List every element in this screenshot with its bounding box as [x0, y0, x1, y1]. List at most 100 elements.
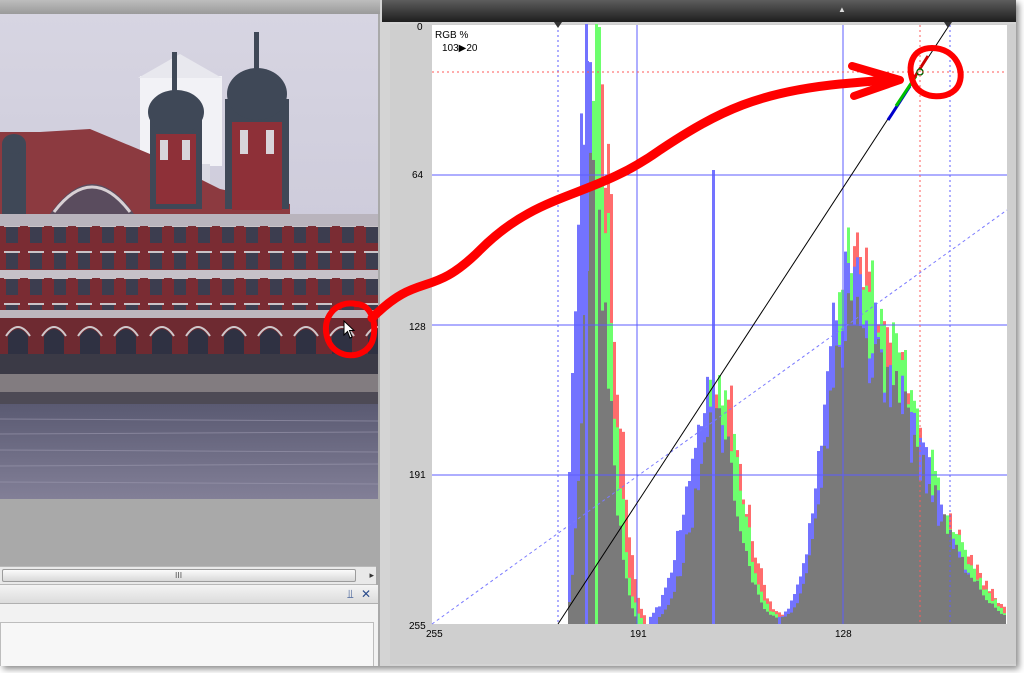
- histogram-bin: [808, 555, 811, 624]
- histogram-bin: [775, 617, 778, 624]
- histogram-bin: [913, 434, 916, 624]
- histogram-bin: [580, 423, 583, 624]
- histogram-bin: [1003, 614, 1006, 624]
- histogram-bin: [910, 462, 913, 624]
- close-icon[interactable]: ✕: [361, 586, 371, 602]
- scroll-right-arrow-icon[interactable]: ▸: [369, 568, 374, 582]
- histogram-bin: [883, 402, 886, 624]
- histogram-bin: [622, 559, 625, 624]
- histogram-bin: [847, 293, 850, 624]
- histogram-bin: [679, 576, 682, 624]
- histogram-pane: ▲ 0 64 128 191 255 255 191 128 RGB % 103…: [382, 0, 1016, 666]
- histogram-bin: [952, 548, 955, 624]
- histogram-bin: [625, 578, 628, 624]
- histogram-bin: [748, 566, 751, 624]
- histogram-bin: [772, 615, 775, 624]
- histogram-bin: [796, 603, 799, 624]
- histogram-bin: [655, 607, 658, 624]
- histogram-bin: [817, 504, 820, 624]
- histogram-bin: [730, 462, 733, 624]
- histogram-bin: [667, 604, 670, 624]
- histogram-bin: [865, 338, 868, 624]
- histogram-bin: [829, 390, 832, 624]
- horizontal-scrollbar[interactable]: III ▸: [0, 566, 376, 585]
- histogram-bin: [973, 581, 976, 624]
- histogram-bin: [688, 532, 691, 624]
- histogram-bin: [925, 493, 928, 624]
- histogram-bin: [721, 452, 724, 624]
- histogram-bin: [766, 611, 769, 624]
- histogram-bin: [934, 485, 937, 624]
- x-tick-label: 128: [835, 629, 852, 640]
- histogram-bin: [871, 377, 874, 624]
- histogram-bin: [757, 594, 760, 624]
- histogram-bin: [589, 152, 592, 624]
- histogram-bin: [901, 414, 904, 624]
- histogram-bin: [619, 525, 622, 624]
- histogram-bin: [652, 612, 655, 624]
- histogram-bin: [889, 407, 892, 624]
- histogram-bin: [802, 583, 805, 624]
- histogram-bin: [985, 600, 988, 624]
- histogram-bin: [991, 603, 994, 624]
- histogram-bin: [895, 371, 898, 624]
- histogram-bin: [961, 556, 964, 624]
- histogram-bin: [886, 366, 889, 624]
- histogram-bin: [976, 580, 979, 624]
- histogram-bin: [904, 391, 907, 624]
- scrollbar-thumb[interactable]: III: [2, 569, 356, 582]
- histogram-bin: [790, 612, 793, 624]
- histogram-bin: [967, 574, 970, 624]
- histogram-bin: [922, 454, 925, 624]
- histogram-bin: [814, 518, 817, 624]
- histogram-chart[interactable]: 0 64 128 191 255 255 191 128 RGB % 103▶2…: [382, 0, 1016, 666]
- histogram-bin: [838, 346, 841, 624]
- histogram-bin: [709, 412, 712, 624]
- histogram-bin: [670, 598, 673, 624]
- histogram-bin: [787, 613, 790, 624]
- pin-icon[interactable]: ⫫: [347, 586, 354, 602]
- value-readout: 103▶20: [442, 43, 478, 54]
- histogram-bin: [631, 608, 634, 624]
- histogram-bin: [862, 328, 865, 624]
- histogram-spike: [585, 24, 588, 624]
- histogram-bin: [718, 408, 721, 624]
- histogram-bin: [997, 610, 1000, 624]
- histogram-bin: [751, 582, 754, 624]
- histogram-bin: [604, 302, 607, 624]
- histogram-bin: [820, 487, 823, 624]
- histogram-bin: [928, 484, 931, 624]
- histogram-bin: [697, 490, 700, 624]
- photo-preview[interactable]: [0, 14, 378, 499]
- histogram-bin: [1000, 613, 1003, 624]
- histogram-bin: [601, 310, 604, 624]
- histogram-bin: [943, 514, 946, 624]
- histogram-bin: [685, 534, 688, 624]
- histogram-bin: [703, 442, 706, 624]
- histogram-bin: [769, 614, 772, 624]
- histogram-bin: [805, 573, 808, 624]
- histogram-bin: [760, 602, 763, 624]
- y-tick-label: 128: [409, 322, 426, 333]
- histogram-spike: [712, 170, 715, 624]
- histogram-bin: [763, 609, 766, 624]
- histogram-bin: [742, 543, 745, 624]
- histogram-bin: [964, 572, 967, 624]
- histogram-bin: [574, 528, 577, 624]
- scrollbar-grip-icon: III: [175, 571, 183, 580]
- histogram-bin: [778, 616, 781, 624]
- histogram-bin: [673, 591, 676, 624]
- histogram-bin: [940, 521, 943, 624]
- histogram-bin: [628, 595, 631, 624]
- histogram-spike: [595, 24, 598, 624]
- histogram-bin: [874, 344, 877, 624]
- mouse-cursor-icon: [343, 320, 356, 339]
- histogram-bin: [682, 562, 685, 624]
- histogram-bin: [691, 527, 694, 624]
- y-tick-label: 255: [409, 621, 426, 632]
- histogram-bin: [994, 607, 997, 624]
- histogram-bin: [793, 607, 796, 624]
- x-tick-label: 191: [630, 629, 647, 640]
- histogram-bin: [724, 439, 727, 624]
- histogram-bin: [577, 480, 580, 624]
